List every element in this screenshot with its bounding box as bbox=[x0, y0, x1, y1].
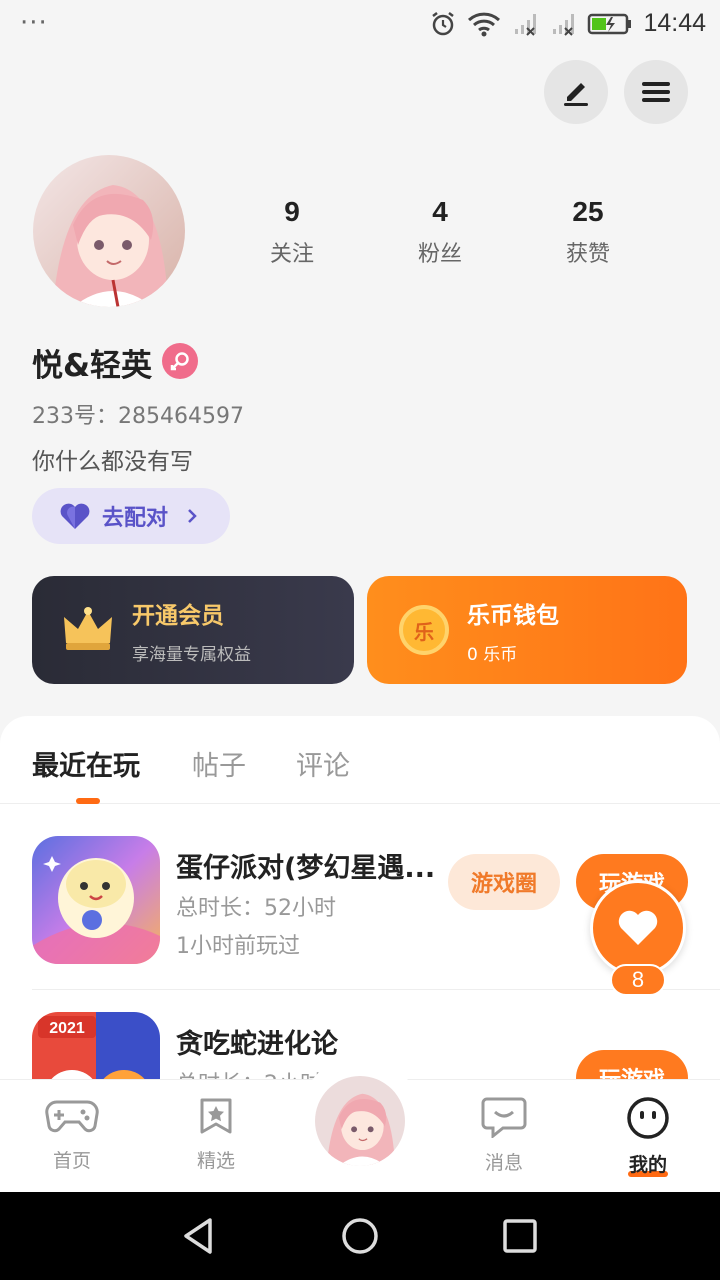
chat-bubble-icon bbox=[481, 1097, 527, 1140]
match-button[interactable]: 去配对 bbox=[32, 488, 230, 544]
vip-card[interactable]: 开通会员 享海量专属权益 bbox=[32, 576, 354, 684]
nav-featured[interactable]: 精选 bbox=[166, 1096, 266, 1173]
chevron-right-icon bbox=[188, 509, 197, 523]
heart-icon bbox=[618, 910, 658, 945]
hamburger-menu-icon bbox=[642, 82, 670, 102]
smiley-face-icon bbox=[627, 1097, 669, 1139]
home-icon[interactable] bbox=[340, 1216, 380, 1256]
avatar-illustration bbox=[315, 1076, 405, 1166]
coin-icon: 乐 bbox=[399, 605, 449, 655]
year-badge: 2021 bbox=[49, 1020, 85, 1037]
vip-title: 开通会员 bbox=[132, 602, 224, 629]
recents-icon[interactable] bbox=[500, 1216, 540, 1256]
likes-label: 获赞 bbox=[565, 242, 610, 267]
nav-me[interactable]: 我的 bbox=[598, 1096, 698, 1177]
signal-icon bbox=[515, 13, 537, 36]
like-count-badge: 8 bbox=[610, 964, 666, 996]
likes-count: 25 bbox=[572, 196, 604, 227]
floating-like-button[interactable] bbox=[590, 880, 686, 976]
vip-subtitle: 享海量专属权益 bbox=[132, 644, 251, 665]
wifi-icon bbox=[468, 12, 501, 36]
notification-dots: ··· bbox=[20, 8, 48, 38]
nav-me-label: 我的 bbox=[628, 1154, 667, 1176]
pencil-icon bbox=[564, 83, 588, 106]
wallet-card[interactable]: 乐 乐币钱包 0 乐币 bbox=[367, 576, 687, 684]
crown-icon bbox=[64, 607, 112, 650]
alarm-icon bbox=[432, 11, 455, 35]
wallet-balance: 0 乐币 bbox=[467, 644, 518, 665]
battery-icon bbox=[588, 13, 632, 34]
game-name: 贪吃蛇进化论 bbox=[176, 1029, 338, 1060]
system-navigation-bar bbox=[0, 1192, 720, 1280]
fans-count: 4 bbox=[432, 196, 448, 227]
nav-home-label: 首页 bbox=[52, 1150, 91, 1172]
stat-fans[interactable]: 4 粉丝 bbox=[380, 196, 500, 268]
bookmark-star-icon bbox=[200, 1098, 232, 1134]
nav-featured-label: 精选 bbox=[196, 1150, 235, 1172]
fans-label: 粉丝 bbox=[417, 242, 462, 267]
tab-recent-games[interactable]: 最近在玩 bbox=[32, 744, 140, 783]
signal-icon-2 bbox=[553, 13, 575, 36]
nav-messages[interactable]: 消息 bbox=[454, 1096, 554, 1175]
nav-home[interactable]: 首页 bbox=[22, 1096, 122, 1173]
profile-avatar[interactable] bbox=[33, 155, 185, 307]
nav-center-avatar[interactable] bbox=[312, 1073, 408, 1169]
stat-likes[interactable]: 25 获赞 bbox=[528, 196, 648, 268]
eggy-party-game-icon bbox=[32, 836, 160, 964]
wallet-title: 乐币钱包 bbox=[467, 602, 559, 629]
username: 悦&轻英 bbox=[32, 348, 153, 384]
heart-icon bbox=[60, 503, 90, 529]
user-id: 233号：285464597 bbox=[32, 404, 244, 429]
back-icon[interactable] bbox=[180, 1216, 220, 1256]
tab-posts[interactable]: 帖子 bbox=[192, 744, 246, 783]
game-circle-button[interactable]: 游戏圈 bbox=[448, 854, 560, 910]
gamepad-icon bbox=[45, 1100, 99, 1133]
tab-bar: 最近在玩 帖子 评论 bbox=[0, 716, 720, 804]
nav-messages-label: 消息 bbox=[484, 1152, 523, 1174]
game-name: 蛋仔派对(梦幻星遇... bbox=[176, 853, 436, 884]
coin-char: 乐 bbox=[414, 619, 434, 644]
stat-following[interactable]: 9 关注 bbox=[232, 196, 352, 268]
avatar-illustration bbox=[33, 155, 185, 307]
following-count: 9 bbox=[284, 196, 300, 227]
female-gender-icon bbox=[162, 343, 198, 379]
game-duration: 总时长：52小时 bbox=[176, 896, 336, 921]
tab-comments[interactable]: 评论 bbox=[296, 744, 350, 783]
edit-profile-button[interactable] bbox=[544, 60, 608, 124]
menu-button[interactable] bbox=[624, 60, 688, 124]
following-label: 关注 bbox=[269, 242, 314, 267]
user-bio: 你什么都没有写 bbox=[32, 449, 193, 475]
match-label: 去配对 bbox=[102, 506, 169, 531]
status-bar: ··· 14:44 bbox=[0, 0, 720, 48]
game-last-played: 1小时前玩过 bbox=[176, 934, 300, 959]
tab-indicator bbox=[76, 798, 100, 804]
clock: 14:44 bbox=[643, 9, 706, 37]
